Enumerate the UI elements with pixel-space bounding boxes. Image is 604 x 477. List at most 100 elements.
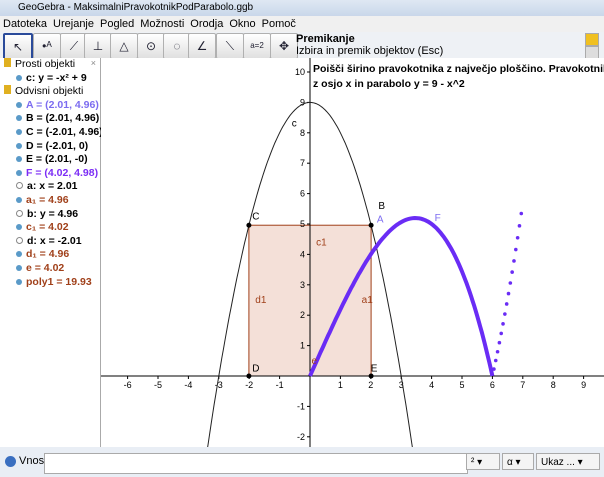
circle-tool-icon[interactable]: ⊙ — [137, 33, 165, 59]
algebra-item[interactable]: D = (-2.01, 0) — [0, 140, 100, 154]
label-c1: c1 — [316, 237, 327, 248]
x-tick-label: 9 — [581, 380, 586, 390]
locus-point — [515, 236, 520, 240]
algebra-view: × Prosti objekti c: y = -x² + 9 Odvisni ob… — [0, 58, 103, 447]
visibility-toggle-icon[interactable] — [16, 182, 23, 190]
command-select[interactable]: Ukaz ... ▾ — [536, 453, 600, 470]
perpendicular-tool-icon[interactable]: ⊥ — [84, 33, 112, 59]
input-label: Vnos: — [19, 455, 48, 467]
graphics-view[interactable]: -6 -5 -4 -3 -2 -1 1 2 3 4 5 6 7 8 9 -2 -1 1 2 3 4 5 6 7 8 9 10 c C B A… — [101, 58, 604, 477]
visibility-toggle-icon[interactable] — [16, 142, 22, 149]
y-tick-label: 8 — [300, 128, 305, 138]
menu-1[interactable]: Urejanje — [53, 18, 94, 30]
algebra-item[interactable]: C = (-2.01, 4.96) — [0, 125, 103, 140]
algebra-item-text: D = (-2.01, 0) — [26, 139, 89, 152]
task-text: z osjo x in parabolo y = 9 - x^2 — [313, 78, 465, 90]
visibility-toggle-icon[interactable] — [16, 115, 22, 122]
algebra-item-text: E = (2.01, -0) — [26, 153, 88, 166]
input-field[interactable] — [44, 453, 468, 474]
x-tick-label: 5 — [459, 380, 464, 390]
visibility-toggle-icon[interactable] — [16, 196, 22, 203]
graph-canvas[interactable]: -6 -5 -4 -3 -2 -1 1 2 3 4 5 6 7 8 9-2-112345678910cCBA… — [101, 58, 604, 477]
y-tick-label: 3 — [300, 280, 305, 290]
visibility-toggle-icon[interactable] — [16, 156, 22, 163]
visibility-toggle-icon[interactable] — [16, 224, 22, 231]
visibility-toggle-icon[interactable] — [16, 128, 22, 135]
algebra-item[interactable]: c: y = -x² + 9 — [0, 72, 100, 86]
algebra-item[interactable]: d: x = -2.01 — [0, 235, 100, 249]
point-tool-icon[interactable]: •ᴬ — [33, 33, 61, 59]
help-icon[interactable] — [5, 456, 16, 467]
menu-6[interactable]: Pomoč — [262, 18, 296, 30]
tool-hint: Premikanje Izbira in premik objektov (Esc… — [296, 33, 443, 57]
algebra-item[interactable]: e = 4.02 — [0, 262, 100, 276]
x-tick-label: 6 — [490, 380, 495, 390]
group-header: Prosti objekti — [15, 58, 76, 70]
mode-help: Izbira in premik objektov (Esc) — [296, 45, 444, 57]
algebra-item-text: c₁ = 4.02 — [26, 221, 69, 234]
locus-point — [504, 302, 509, 306]
menu-0[interactable]: Datoteka — [3, 18, 47, 30]
menu-3[interactable]: Možnosti — [140, 18, 184, 30]
locus-point — [497, 340, 502, 345]
slider-tool-icon[interactable]: a=2 — [243, 33, 271, 59]
locus-point — [492, 367, 496, 371]
exponent-value: ² — [471, 457, 475, 468]
x-tick-label: -1 — [276, 380, 284, 390]
algebra-item[interactable]: B = (2.01, 4.96) — [0, 112, 100, 126]
reflect-tool-icon[interactable]: ⟍ — [216, 33, 244, 59]
x-tick-label: -3 — [215, 380, 223, 390]
conic-tool-icon[interactable]: ◌ — [163, 33, 191, 59]
algebra-item[interactable]: a: x = 2.01 — [0, 180, 100, 194]
move-view-tool-icon[interactable]: ✥ — [270, 33, 298, 59]
window-title: GeoGebra - MaksimalniPravokotnikPodParab… — [18, 2, 254, 13]
visibility-toggle-icon[interactable] — [16, 251, 22, 258]
visibility-toggle-icon[interactable] — [16, 169, 22, 176]
visibility-toggle-icon[interactable] — [16, 101, 22, 108]
algebra-group[interactable]: Prosti objekti — [0, 58, 100, 72]
algebra-item[interactable]: F = (4.02, 4.98) — [0, 167, 100, 181]
visibility-toggle-icon[interactable] — [16, 209, 23, 217]
x-tick-label: 7 — [520, 380, 525, 390]
exponent-select[interactable]: ² ▾ — [466, 453, 500, 470]
label-D: D — [252, 363, 259, 374]
y-tick-label: 5 — [300, 219, 305, 229]
algebra-item[interactable]: d₁ = 4.96 — [0, 248, 100, 262]
mode-title: Premikanje — [296, 33, 355, 45]
locus-point — [493, 358, 498, 363]
close-icon[interactable]: × — [91, 58, 96, 68]
move-tool-icon[interactable]: ↖ — [3, 33, 33, 61]
algebra-item-text: C = (-2.01, 4.96) — [26, 125, 103, 138]
label-c: c — [292, 119, 297, 130]
polygon-tool-icon[interactable]: △ — [110, 33, 138, 59]
locus-point — [503, 312, 507, 316]
y-tick-label: -1 — [297, 401, 305, 411]
algebra-item[interactable]: poly1 = 19.93 — [0, 276, 100, 290]
algebra-item[interactable]: a₁ = 4.96 — [0, 194, 100, 208]
visibility-toggle-icon[interactable] — [16, 278, 22, 285]
algebra-group[interactable]: Odvisni objekti — [0, 85, 100, 99]
x-tick-label: 8 — [551, 380, 556, 390]
menu-2[interactable]: Pogled — [100, 18, 134, 30]
locus-point — [508, 281, 513, 285]
title-bar: GeoGebra - MaksimalniPravokotnikPodParab… — [0, 0, 604, 16]
y-tick-label: 1 — [300, 341, 305, 351]
visibility-toggle-icon[interactable] — [16, 236, 23, 244]
y-tick-label: 4 — [300, 249, 305, 259]
visibility-toggle-icon[interactable] — [16, 74, 22, 81]
algebra-item-text: c: y = -x² + 9 — [26, 71, 87, 84]
algebra-item[interactable]: b: y = 4.96 — [0, 208, 100, 222]
angle-tool-icon[interactable]: ∠ — [188, 33, 216, 59]
visibility-toggle-icon[interactable] — [16, 264, 22, 271]
y-tick-label: 9 — [300, 97, 305, 107]
command-value: Ukaz ... — [541, 457, 575, 468]
algebra-item[interactable]: A = (2.01, 4.96) — [0, 99, 100, 113]
algebra-item[interactable]: c₁ = 4.02 — [0, 221, 100, 235]
menu-4[interactable]: Orodja — [190, 18, 223, 30]
algebra-item-text: a: x = 2.01 — [27, 180, 78, 193]
algebra-item[interactable]: E = (2.01, -0) — [0, 153, 100, 167]
symbol-select[interactable]: α ▾ — [502, 453, 534, 470]
menu-5[interactable]: Okno — [229, 18, 255, 30]
undo-icon[interactable] — [585, 33, 599, 46]
x-tick-label: 1 — [338, 380, 343, 390]
